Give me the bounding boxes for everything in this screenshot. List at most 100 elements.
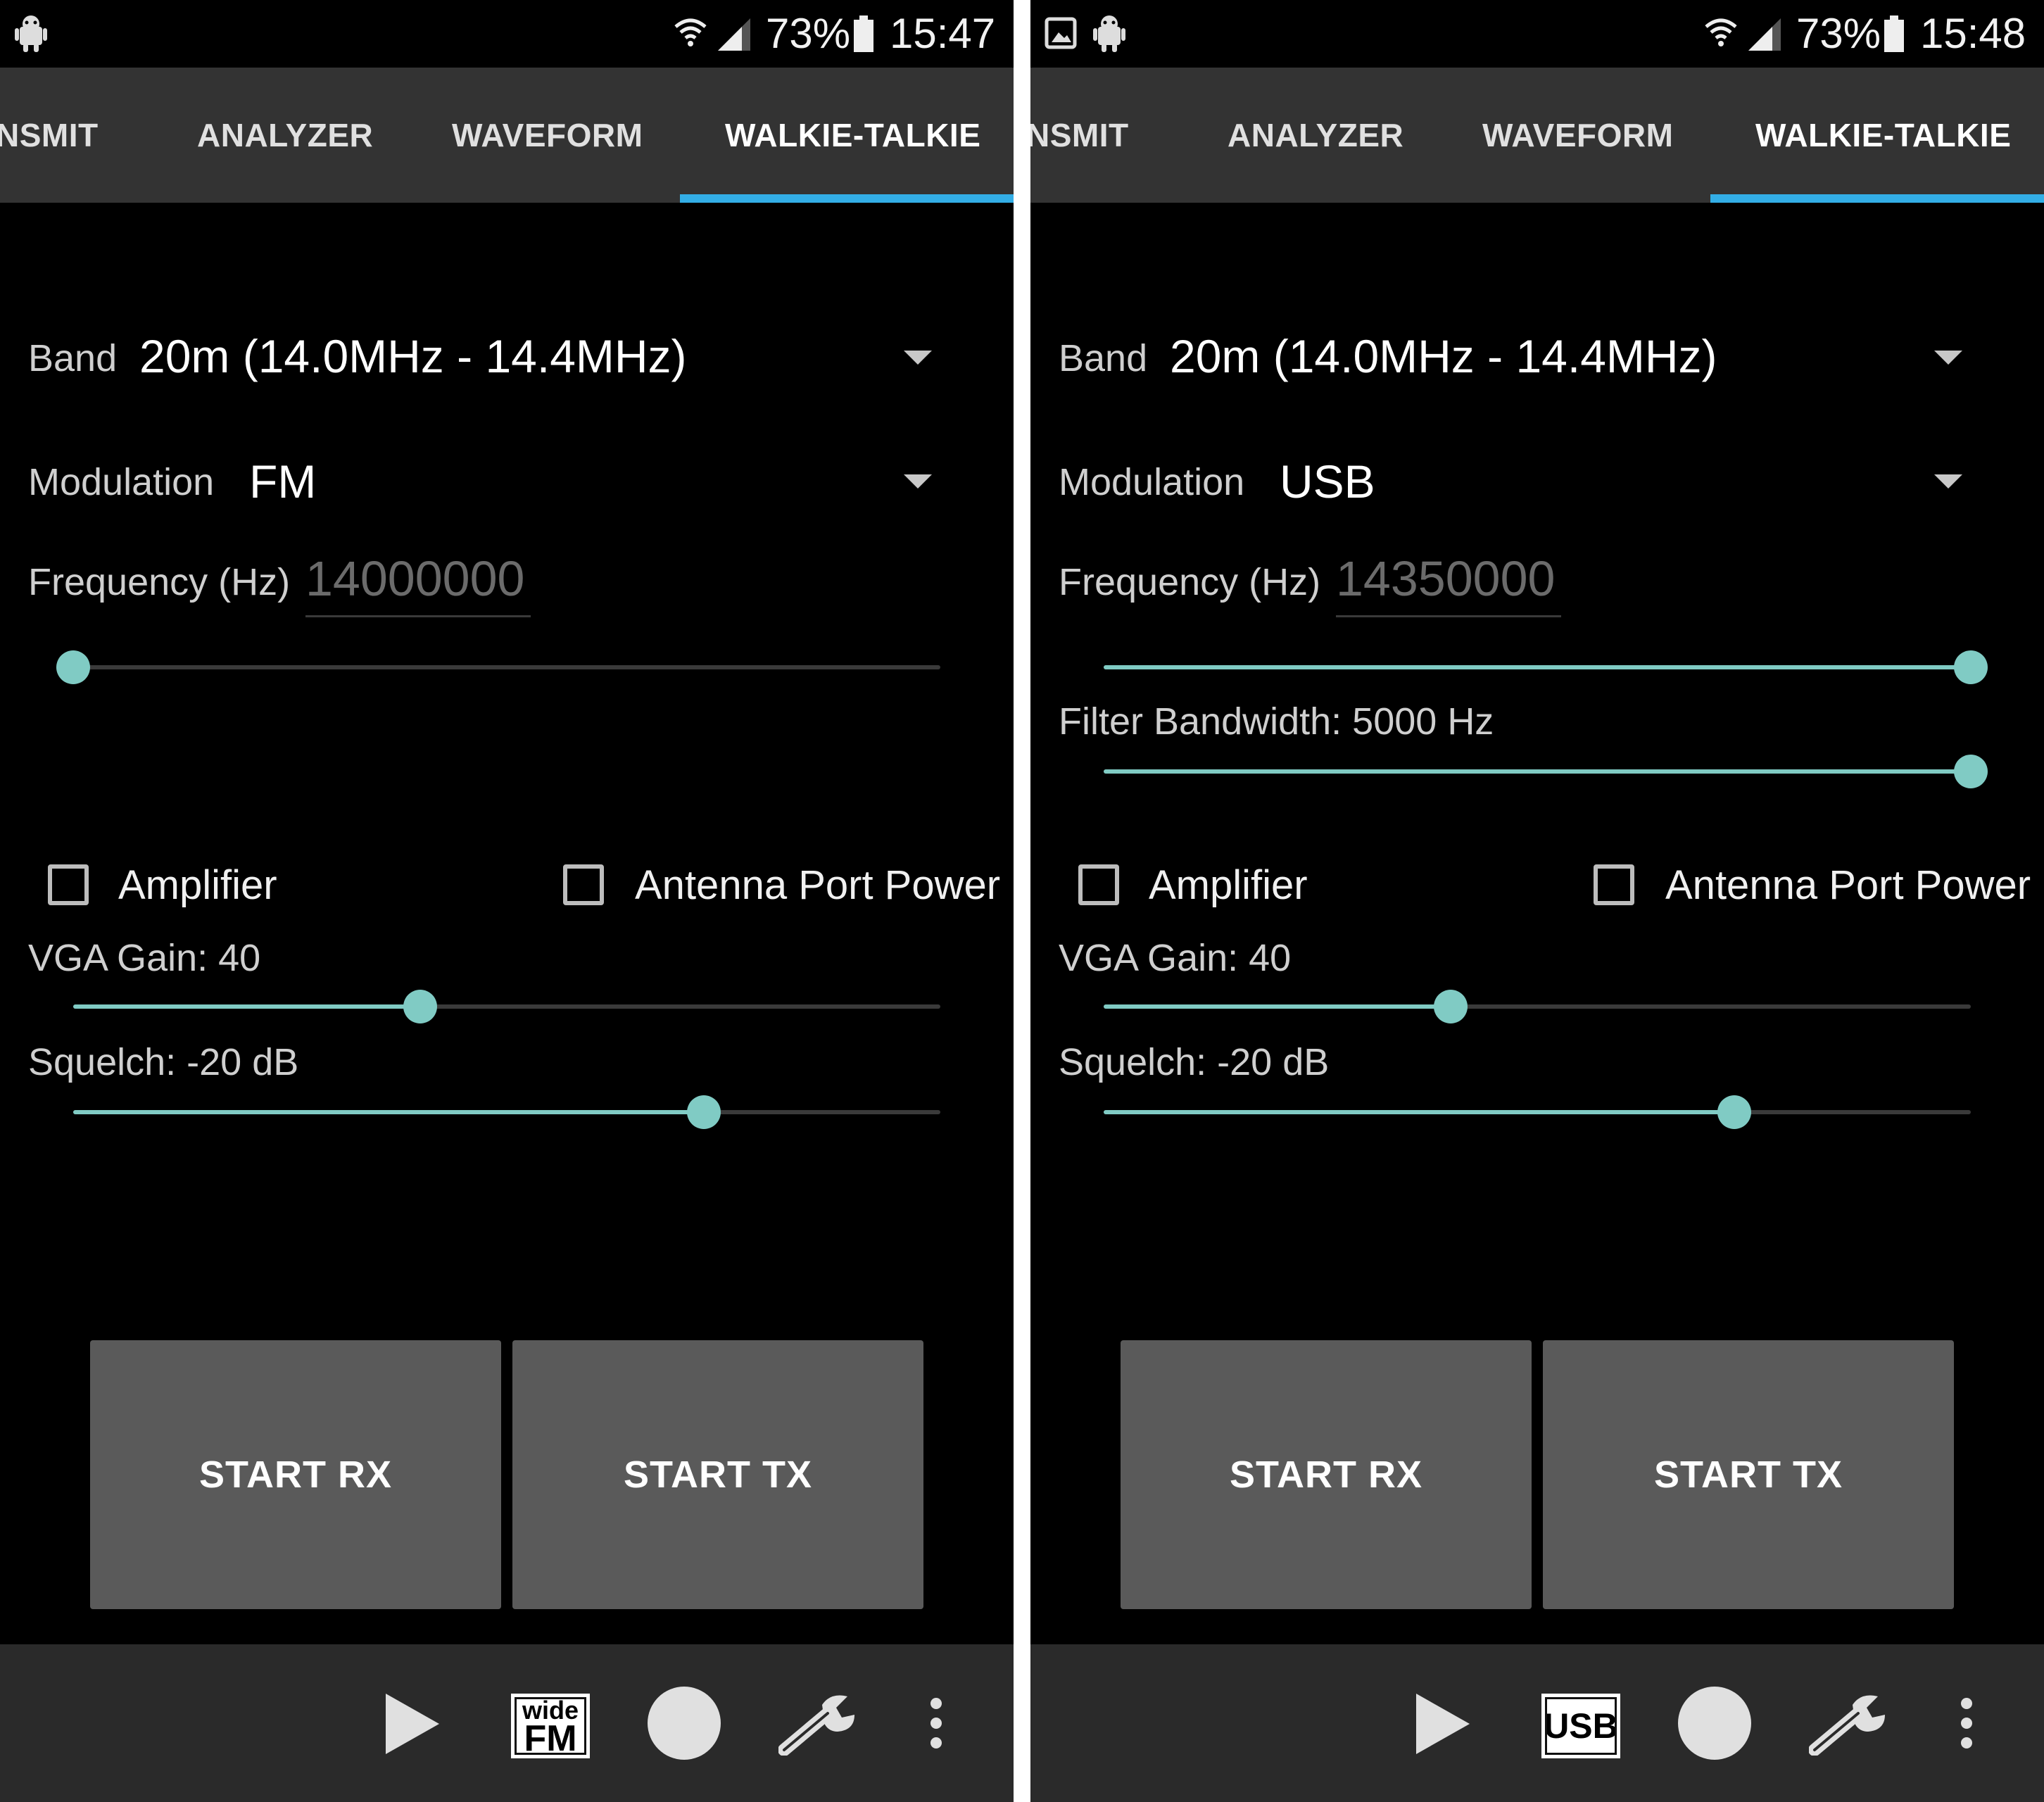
slider-fill <box>73 1110 704 1114</box>
status-bar: 73% 15:47 <box>0 0 1014 68</box>
more-icon[interactable] <box>1961 1698 1972 1709</box>
slider-thumb[interactable] <box>1954 755 1988 788</box>
antenna-port-power-checkbox[interactable] <box>1594 864 1634 905</box>
vga-gain-slider[interactable] <box>1087 990 1988 1023</box>
more-icon-dot2 <box>1961 1718 1972 1729</box>
wifi-icon <box>674 18 707 46</box>
squelch-label: Squelch: -20 dB <box>28 1041 299 1083</box>
frequency-input-underline <box>305 615 531 617</box>
antenna-port-power-label: Antenna Port Power <box>1665 862 2031 908</box>
mode-icon-label: USB <box>1544 1706 1618 1746</box>
battery-percent: 73% <box>1796 10 1881 57</box>
slider-thumb[interactable] <box>1717 1095 1751 1129</box>
tab-transmit[interactable]: NSMIT <box>0 68 99 203</box>
modulation-select[interactable]: FM <box>249 455 316 508</box>
antenna-port-power-checkbox[interactable] <box>563 864 604 905</box>
bottom-toolbar: wide FM <box>0 1644 1014 1802</box>
antenna-port-power-label: Antenna Port Power <box>635 862 1001 908</box>
wrench-icon[interactable] <box>778 1692 862 1756</box>
clock: 15:47 <box>890 10 996 57</box>
band-select[interactable]: 20m (14.0MHz - 14.4MHz) <box>139 329 687 383</box>
squelch-slider[interactable] <box>56 1095 957 1129</box>
frequency-input[interactable]: 14350000 <box>1336 550 1555 607</box>
vga-gain-label: VGA Gain: 40 <box>1059 937 1292 979</box>
amplifier-checkbox[interactable] <box>1078 864 1119 905</box>
start-tx-button[interactable]: START TX <box>1543 1340 1954 1609</box>
slider-thumb[interactable] <box>56 650 90 684</box>
record-icon[interactable] <box>1678 1687 1751 1760</box>
slider-fill <box>73 1004 420 1009</box>
slider-track <box>73 665 940 669</box>
start-rx-button[interactable]: START RX <box>1121 1340 1532 1609</box>
slider-fill <box>1104 1004 1451 1009</box>
signal-icon <box>718 18 750 51</box>
clock: 15:48 <box>1920 10 2026 57</box>
band-label: Band <box>1059 337 1148 379</box>
filter-bandwidth-label: Filter Bandwidth: 5000 Hz <box>1059 700 1494 743</box>
tab-bar: NSMIT ANALYZER WAVEFORM WALKIE-TALKIE <box>0 68 1014 203</box>
demodulation-mode-icon[interactable]: USB <box>1541 1694 1620 1758</box>
frequency-slider[interactable] <box>56 650 957 684</box>
demodulation-mode-icon[interactable]: wide FM <box>511 1694 590 1758</box>
start-rx-button[interactable]: START RX <box>90 1340 501 1609</box>
start-tx-button[interactable]: START TX <box>512 1340 923 1609</box>
band-dropdown-arrow-icon[interactable] <box>904 351 932 365</box>
squelch-slider[interactable] <box>1087 1095 1988 1129</box>
slider-fill <box>1104 1110 1734 1114</box>
record-icon[interactable] <box>648 1687 721 1760</box>
play-icon[interactable] <box>384 1692 441 1756</box>
slider-fill <box>1104 665 1971 669</box>
frequency-slider[interactable] <box>1087 650 1988 684</box>
battery-icon <box>854 15 873 52</box>
wrench-icon[interactable] <box>1809 1692 1892 1756</box>
modulation-label: Modulation <box>1059 461 1245 503</box>
mode-icon-line2: FM <box>524 1718 577 1759</box>
tab-waveform[interactable]: WAVEFORM <box>452 68 643 203</box>
slider-thumb[interactable] <box>686 1095 721 1129</box>
wifi-icon <box>1705 18 1737 46</box>
slider-thumb[interactable] <box>1433 990 1468 1023</box>
active-tab-indicator <box>1710 194 2044 203</box>
slider-thumb[interactable] <box>1954 650 1988 684</box>
battery-percent: 73% <box>766 10 851 57</box>
amplifier-label: Amplifier <box>1149 862 1308 908</box>
image-icon <box>1045 17 1077 49</box>
vga-gain-slider[interactable] <box>56 990 957 1023</box>
phone-screen-left: 73% 15:47 NSMIT ANALYZER WAVEFORM WALKIE… <box>0 0 1014 1802</box>
more-icon[interactable] <box>930 1698 942 1709</box>
more-icon-dot2 <box>930 1718 942 1729</box>
play-icon[interactable] <box>1415 1692 1471 1756</box>
slider-thumb[interactable] <box>403 990 437 1023</box>
tab-waveform[interactable]: WAVEFORM <box>1482 68 1673 203</box>
frequency-input[interactable]: 14000000 <box>305 550 524 607</box>
tab-walkie-talkie[interactable]: WALKIE-TALKIE <box>725 68 980 203</box>
tab-walkie-talkie[interactable]: WALKIE-TALKIE <box>1755 68 2011 203</box>
filter-bandwidth-slider[interactable] <box>1087 755 1988 788</box>
band-dropdown-arrow-icon[interactable] <box>1934 351 1962 365</box>
tab-analyzer[interactable]: ANALYZER <box>1228 68 1403 203</box>
slider-fill <box>1104 769 1971 774</box>
bottom-toolbar: USB <box>1030 1644 2044 1802</box>
android-icon <box>1093 15 1125 52</box>
modulation-dropdown-arrow-icon[interactable] <box>1934 474 1962 489</box>
band-label: Band <box>28 337 118 379</box>
band-select[interactable]: 20m (14.0MHz - 14.4MHz) <box>1170 329 1717 383</box>
active-tab-indicator <box>680 194 1014 203</box>
more-icon-dot3 <box>930 1737 942 1749</box>
amplifier-checkbox[interactable] <box>48 864 89 905</box>
battery-icon <box>1884 15 1904 52</box>
modulation-label: Modulation <box>28 461 215 503</box>
tab-transmit[interactable]: NSMIT <box>1030 68 1129 203</box>
tab-analyzer[interactable]: ANALYZER <box>197 68 373 203</box>
phone-screen-right: 73% 15:48 NSMIT ANALYZER WAVEFORM WALKIE… <box>1030 0 2044 1802</box>
frequency-label: Frequency (Hz) <box>28 561 291 603</box>
signal-icon <box>1748 18 1781 51</box>
android-icon <box>15 15 47 52</box>
modulation-dropdown-arrow-icon[interactable] <box>904 474 932 489</box>
more-icon-dot3 <box>1961 1737 1972 1749</box>
squelch-label: Squelch: -20 dB <box>1059 1041 1330 1083</box>
modulation-select[interactable]: USB <box>1280 455 1375 508</box>
status-bar: 73% 15:48 <box>1030 0 2044 68</box>
frequency-label: Frequency (Hz) <box>1059 561 1321 603</box>
vga-gain-label: VGA Gain: 40 <box>28 937 261 979</box>
